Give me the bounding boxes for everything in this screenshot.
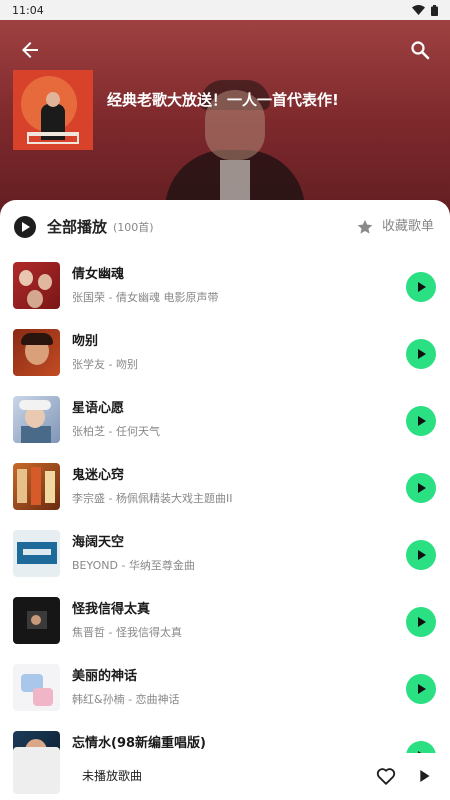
battery-icon: [431, 4, 438, 16]
song-title: 吻别: [72, 334, 99, 349]
song-artist-album: 张柏芝 - 任何天气: [72, 425, 160, 438]
play-icon[interactable]: [406, 272, 436, 302]
song-title: 海阔天空: [72, 535, 125, 550]
song-artist-album: 焦晋哲 - 怪我信得太真: [72, 626, 182, 639]
play-all-row: 全部播放 (100首) 收藏歌单: [0, 214, 450, 240]
song-artist-album: 张国荣 - 倩女幽魂 电影原声带: [72, 291, 219, 304]
song-row[interactable]: 海阔天空 BEYOND - 华纳至尊金曲: [0, 521, 450, 588]
song-title: 鬼迷心窍: [72, 468, 125, 483]
play-icon[interactable]: [406, 540, 436, 570]
song-title: 忘情水(98新编重唱版): [72, 736, 206, 751]
song-row[interactable]: 美丽的神话 韩红&孙楠 - 恋曲神话: [0, 655, 450, 722]
mini-player[interactable]: 未播放歌曲: [0, 747, 450, 800]
collect-playlist-button[interactable]: 收藏歌单: [356, 216, 434, 238]
song-count: (100首): [113, 221, 154, 234]
song-cover: [13, 329, 60, 376]
song-cover: [13, 530, 60, 577]
mini-play-icon[interactable]: [413, 765, 435, 787]
star-icon: [357, 219, 373, 234]
song-cover: [13, 597, 60, 644]
play-all-button[interactable]: 全部播放: [47, 216, 107, 238]
collect-playlist-label: 收藏歌单: [381, 219, 434, 234]
back-arrow-icon[interactable]: [18, 38, 42, 62]
play-icon[interactable]: [406, 406, 436, 436]
song-cover: [13, 664, 60, 711]
search-icon[interactable]: [408, 38, 432, 62]
playlist-cover[interactable]: [13, 70, 93, 150]
play-icon[interactable]: [406, 607, 436, 637]
play-icon[interactable]: [406, 473, 436, 503]
song-row[interactable]: 星语心愿 张柏芝 - 任何天气: [0, 387, 450, 454]
status-time: 11:04: [12, 3, 44, 17]
play-all-icon[interactable]: [14, 216, 36, 238]
playlist-header: 经典老歌大放送！一人一首代表作!: [0, 20, 450, 225]
song-sheet: 全部播放 (100首) 收藏歌单 倩女幽魂 张国荣 - 倩女幽魂 电影原声带 吻…: [0, 200, 450, 800]
status-icons: [412, 4, 438, 16]
heart-icon[interactable]: [375, 765, 397, 787]
song-title: 星语心愿: [72, 401, 125, 416]
song-cover: [13, 463, 60, 510]
wifi-icon: [412, 5, 425, 15]
song-list: 倩女幽魂 张国荣 - 倩女幽魂 电影原声带 吻别 张学友 - 吻别 星语心愿 张…: [0, 253, 450, 789]
song-artist-album: 李宗盛 - 杨佩佩精装大戏主题曲II: [72, 492, 233, 505]
song-artist-album: 韩红&孙楠 - 恋曲神话: [72, 693, 180, 706]
song-title: 美丽的神话: [72, 669, 138, 684]
song-cover: [13, 262, 60, 309]
mini-player-label: 未播放歌曲: [82, 769, 143, 783]
song-row[interactable]: 鬼迷心窍 李宗盛 - 杨佩佩精装大戏主题曲II: [0, 454, 450, 521]
song-row[interactable]: 吻别 张学友 - 吻别: [0, 320, 450, 387]
song-row[interactable]: 怪我信得太真 焦晋哲 - 怪我信得太真: [0, 588, 450, 655]
song-row[interactable]: 倩女幽魂 张国荣 - 倩女幽魂 电影原声带: [0, 253, 450, 320]
song-artist-album: BEYOND - 华纳至尊金曲: [72, 559, 195, 572]
play-icon[interactable]: [406, 674, 436, 704]
status-bar: 11:04: [0, 0, 450, 20]
song-title: 倩女幽魂: [72, 267, 125, 282]
mini-player-cover: [13, 747, 60, 794]
play-icon[interactable]: [406, 339, 436, 369]
song-cover: [13, 396, 60, 443]
song-title: 怪我信得太真: [72, 602, 151, 617]
playlist-title: 经典老歌大放送！一人一首代表作!: [107, 91, 339, 109]
song-artist-album: 张学友 - 吻别: [72, 358, 138, 371]
